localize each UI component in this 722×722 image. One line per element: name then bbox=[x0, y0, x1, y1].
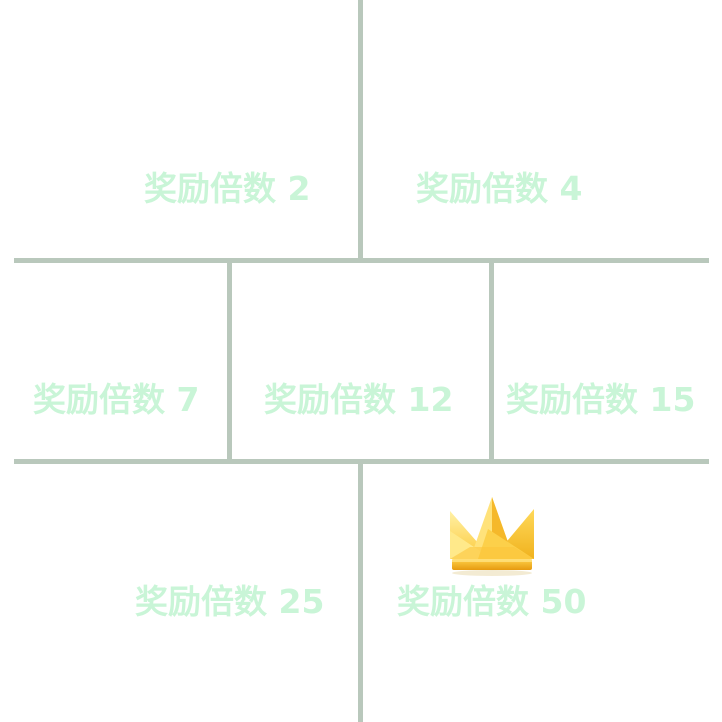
reward-tile-label: 奖励倍数 12 bbox=[264, 380, 454, 419]
crown-icon bbox=[450, 497, 534, 576]
reward-tile-label: 奖励倍数 25 bbox=[135, 582, 325, 621]
reward-tile-12[interactable]: 奖励倍数 12 bbox=[232, 263, 489, 459]
reward-tile-50[interactable]: 奖励倍数 50 bbox=[363, 464, 722, 722]
reward-tile-2[interactable]: 奖励倍数 2 bbox=[0, 0, 358, 258]
reward-multiplier-board: 奖励倍数 2 奖励倍数 4 奖励倍数 7 奖励倍数 12 奖励倍数 15 奖励倍… bbox=[0, 0, 722, 722]
reward-tile-label: 奖励倍数 7 bbox=[33, 380, 200, 419]
reward-tile-4[interactable]: 奖励倍数 4 bbox=[363, 0, 722, 258]
reward-tile-label: 奖励倍数 4 bbox=[416, 169, 583, 208]
reward-tile-25[interactable]: 奖励倍数 25 bbox=[0, 464, 358, 722]
reward-tile-15[interactable]: 奖励倍数 15 bbox=[494, 263, 722, 459]
reward-tile-label: 奖励倍数 2 bbox=[144, 169, 311, 208]
reward-tile-label: 奖励倍数 50 bbox=[397, 582, 587, 621]
reward-tile-label: 奖励倍数 15 bbox=[506, 380, 696, 419]
reward-tile-7[interactable]: 奖励倍数 7 bbox=[0, 263, 227, 459]
